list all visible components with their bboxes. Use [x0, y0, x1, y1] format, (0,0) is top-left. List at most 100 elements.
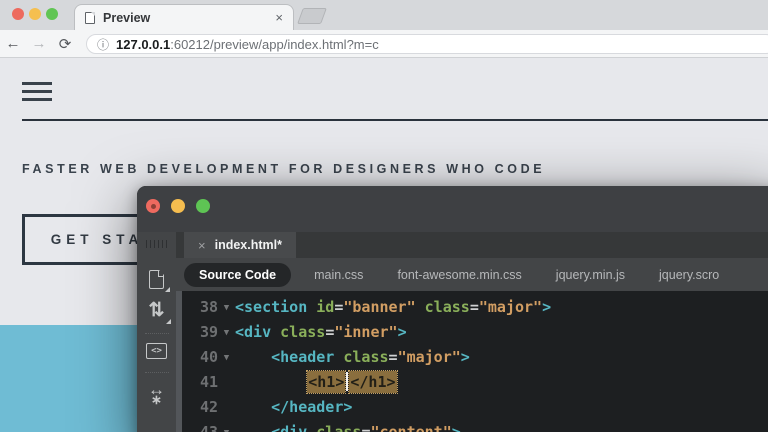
browser-toolbar: ← → ⟳ ⓘ 127.0.0.1:60212/preview/app/inde…	[0, 30, 768, 58]
dropdown-corner-icon	[166, 319, 171, 324]
code-token: >	[542, 298, 551, 316]
code-token: class	[280, 323, 325, 341]
editor-window: ⇅ <> ↔ ∗ × index.html*	[137, 186, 768, 432]
file-icon[interactable]	[149, 270, 164, 289]
code-line-42[interactable]: 42 </header>	[176, 394, 768, 419]
code-token: >	[461, 348, 470, 366]
code-token: "inner"	[334, 323, 397, 341]
code-text: <section id="banner" class="major">	[235, 298, 551, 316]
editor-titlebar[interactable]	[137, 186, 768, 232]
code-editor-area[interactable]: 38▼<section id="banner" class="major">39…	[176, 291, 768, 432]
code-token: class	[425, 298, 470, 316]
address-bar[interactable]: ⓘ 127.0.0.1:60212/preview/app/index.html…	[86, 34, 768, 54]
sidebar-divider	[145, 333, 169, 334]
code-token: "major"	[479, 298, 542, 316]
code-token: =	[470, 298, 479, 316]
code-token: "major"	[398, 348, 461, 366]
editor-tabbar: × index.html*	[176, 232, 768, 258]
line-number: 43	[186, 423, 218, 432]
code-token: class	[316, 423, 361, 432]
reload-icon[interactable]: ⟳	[52, 35, 78, 53]
tab-close-icon[interactable]: ×	[275, 11, 283, 24]
code-token: id	[316, 298, 334, 316]
code-token	[235, 423, 271, 432]
code-token: =	[325, 323, 334, 341]
fold-triangle-icon[interactable]: ▼	[218, 301, 235, 313]
selected-token: </h1>	[349, 371, 396, 393]
new-tab-button[interactable]	[297, 8, 327, 24]
sort-arrows-icon[interactable]: ⇅	[149, 301, 165, 320]
sidebar-grip-handle[interactable]	[146, 240, 168, 248]
code-token: =	[389, 348, 398, 366]
page-doc-icon	[85, 12, 95, 24]
code-line-39[interactable]: 39▼<div class="inner">	[176, 319, 768, 344]
file-tab-3[interactable]: jquery.min.js	[539, 268, 642, 282]
editor-tab-title: index.html*	[215, 238, 282, 252]
browser-minimize-button[interactable]	[29, 8, 41, 20]
get-started-label: GET STA	[51, 232, 144, 247]
url-text: 127.0.0.1:60212/preview/app/index.html?m…	[116, 37, 379, 52]
code-text: <header class="major">	[235, 348, 470, 366]
forward-icon[interactable]: →	[26, 35, 52, 52]
editor-minimize-button[interactable]	[171, 199, 185, 213]
code-line-41[interactable]: 41 <h1></h1>	[176, 369, 768, 394]
code-line-38[interactable]: 38▼<section id="banner" class="major">	[176, 294, 768, 319]
code-panel-icon[interactable]: <>	[146, 343, 167, 359]
editor-tab-close-icon[interactable]: ×	[198, 238, 206, 253]
code-text: <div class="inner">	[235, 323, 407, 341]
file-tab-4[interactable]: jquery.scro	[642, 268, 736, 282]
code-token	[416, 298, 425, 316]
browser-tab-preview[interactable]: Preview ×	[74, 4, 294, 30]
sidebar-divider	[145, 372, 169, 373]
code-token	[235, 348, 271, 366]
code-token: >	[398, 323, 407, 341]
code-text: <div class="content">	[235, 423, 461, 432]
code-left-strip	[176, 291, 182, 432]
editor-sidebar: ⇅ <> ↔ ∗	[137, 232, 176, 432]
file-tab-0[interactable]: Source Code	[184, 263, 291, 287]
fold-triangle-icon[interactable]: ▼	[218, 351, 235, 363]
editor-zoom-button[interactable]	[196, 199, 210, 213]
file-tab-2[interactable]: font-awesome.min.css	[380, 268, 538, 282]
line-number: 41	[186, 373, 218, 391]
fold-triangle-icon[interactable]: ▼	[218, 426, 235, 432]
fold-triangle-icon[interactable]: ▼	[218, 326, 235, 338]
fold-spacer	[218, 381, 235, 383]
hero-heading: FASTER WEB DEVELOPMENT FOR DESIGNERS WHO…	[22, 162, 545, 176]
code-token: >	[452, 423, 461, 432]
code-token: "content"	[370, 423, 451, 432]
code-token: <header	[271, 348, 334, 366]
file-tab-1[interactable]: main.css	[297, 268, 380, 282]
selected-token: <h1>	[307, 371, 345, 393]
resize-arrows-icon[interactable]: ↔ ∗	[148, 385, 165, 404]
hamburger-menu-icon[interactable]	[22, 82, 52, 102]
code-token	[307, 423, 316, 432]
url-host: 127.0.0.1	[116, 37, 170, 52]
code-token: <section	[235, 298, 307, 316]
code-text: </header>	[235, 398, 352, 416]
screenshot-stage: Preview × ← → ⟳ ⓘ 127.0.0.1:60212/previe…	[0, 0, 768, 432]
code-token	[235, 398, 271, 416]
code-token	[271, 323, 280, 341]
code-token: <div	[271, 423, 307, 432]
line-number: 39	[186, 323, 218, 341]
browser-tab-title: Preview	[103, 11, 275, 25]
browser-close-button[interactable]	[12, 8, 24, 20]
browser-tabstrip: Preview ×	[0, 0, 768, 30]
editor-close-button[interactable]	[146, 199, 160, 213]
browser-zoom-button[interactable]	[46, 8, 58, 20]
header-divider	[22, 119, 768, 121]
line-number: 42	[186, 398, 218, 416]
code-line-43[interactable]: 43▼ <div class="content">	[176, 419, 768, 432]
file-switcher-bar: Source Codemain.cssfont-awesome.min.cssj…	[176, 258, 768, 291]
line-number: 40	[186, 348, 218, 366]
code-token	[307, 298, 316, 316]
code-token: <div	[235, 323, 271, 341]
page-info-icon[interactable]: ⓘ	[97, 36, 109, 53]
editor-tab-index-html[interactable]: × index.html*	[184, 232, 296, 258]
code-text: <h1></h1>	[235, 372, 397, 391]
code-line-40[interactable]: 40▼ <header class="major">	[176, 344, 768, 369]
back-icon[interactable]: ←	[0, 35, 26, 52]
dropdown-corner-icon	[165, 287, 170, 292]
line-number: 38	[186, 298, 218, 316]
